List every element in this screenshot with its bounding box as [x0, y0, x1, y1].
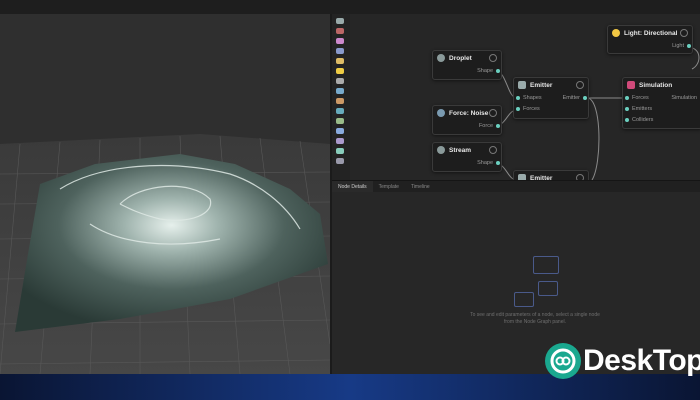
node-light-directional[interactable]: Light: Directional Light: [607, 25, 693, 54]
port-label: Forces: [523, 105, 540, 112]
node-title: Emitter: [530, 81, 553, 89]
port-dot[interactable]: [583, 95, 587, 100]
palette-icon-5[interactable]: [336, 58, 344, 64]
palette-icon-4[interactable]: [336, 48, 344, 54]
light-icon: [612, 29, 620, 37]
watermark: DeskTop: [545, 340, 700, 382]
simulation-icon: [627, 81, 635, 89]
watermark-logo-icon: [545, 343, 581, 379]
palette-icon-7[interactable]: [336, 78, 344, 84]
palette-icon-15[interactable]: [336, 158, 344, 164]
port-dot[interactable]: [516, 95, 520, 100]
port-label: Shapes: [523, 94, 542, 101]
viewport-scene: [0, 134, 330, 374]
port-label: Shape: [477, 159, 493, 166]
port-label: Forces: [632, 94, 649, 101]
power-icon[interactable]: [680, 29, 688, 37]
palette-icon-2[interactable]: [336, 28, 344, 34]
emitter-icon: [518, 81, 526, 89]
power-icon[interactable]: [489, 109, 497, 117]
noise-icon: [437, 109, 445, 117]
port-label: Emitters: [632, 105, 653, 112]
port-label: Simulation: [671, 94, 697, 101]
palette-icon-12[interactable]: [336, 128, 344, 134]
palette-icon-10[interactable]: [336, 108, 344, 114]
port-dot[interactable]: [625, 106, 629, 111]
node-title: Droplet: [449, 54, 472, 62]
droplet-icon: [437, 54, 445, 62]
port-dot[interactable]: [625, 95, 629, 100]
port-label: Emitter: [562, 94, 580, 101]
palette-icon-13[interactable]: [336, 138, 344, 144]
port-dot[interactable]: [625, 117, 629, 122]
node-title: Force: Noise: [449, 109, 489, 117]
palette-icon-14[interactable]: [336, 148, 344, 154]
power-icon[interactable]: [489, 54, 497, 62]
power-icon[interactable]: [576, 81, 584, 89]
node-emitter[interactable]: Emitter Shapes Emitter Forces: [513, 77, 589, 119]
details-empty-hint: To see and edit parameters of a node, se…: [470, 312, 600, 325]
port-dot[interactable]: [516, 106, 520, 111]
node-title: Simulation: [639, 81, 673, 89]
port-dot[interactable]: [687, 43, 691, 48]
watermark-text: DeskTop: [583, 344, 700, 377]
empty-state-node-icon: [538, 281, 558, 296]
palette-icon-9[interactable]: [336, 98, 344, 104]
node-stream[interactable]: Stream Shape: [432, 142, 502, 172]
node-simulation[interactable]: Simulation Forces Simulation Emitters Col…: [622, 77, 700, 129]
empty-state-node-icon: [514, 292, 534, 307]
node-palette-strip: [332, 14, 350, 180]
3d-viewport[interactable]: [0, 14, 330, 374]
node-force-noise[interactable]: Force: Noise Force: [432, 105, 502, 135]
node-title: Stream: [449, 146, 472, 154]
node-droplet[interactable]: Droplet Shape: [432, 50, 502, 80]
palette-icon-3[interactable]: [336, 38, 344, 44]
empty-state-node-icon: [533, 256, 559, 274]
port-label: Shape: [477, 67, 493, 74]
port-label: Force: [478, 122, 493, 129]
palette-icon-11[interactable]: [336, 118, 344, 124]
stream-icon: [437, 146, 445, 154]
port-dot[interactable]: [496, 68, 500, 73]
port-label: Colliders: [632, 116, 654, 123]
palette-icon-8[interactable]: [336, 88, 344, 94]
palette-icon-6[interactable]: [336, 68, 344, 74]
port-dot[interactable]: [496, 123, 500, 128]
app-window: Droplet Shape Force: Noise Force Stream …: [0, 0, 700, 374]
port-dot[interactable]: [496, 160, 500, 165]
power-icon[interactable]: [489, 146, 497, 154]
port-label: Light: [672, 42, 684, 49]
palette-icon-1[interactable]: [336, 18, 344, 24]
top-strip: [0, 0, 700, 14]
node-title: Light: Directional: [624, 29, 678, 37]
